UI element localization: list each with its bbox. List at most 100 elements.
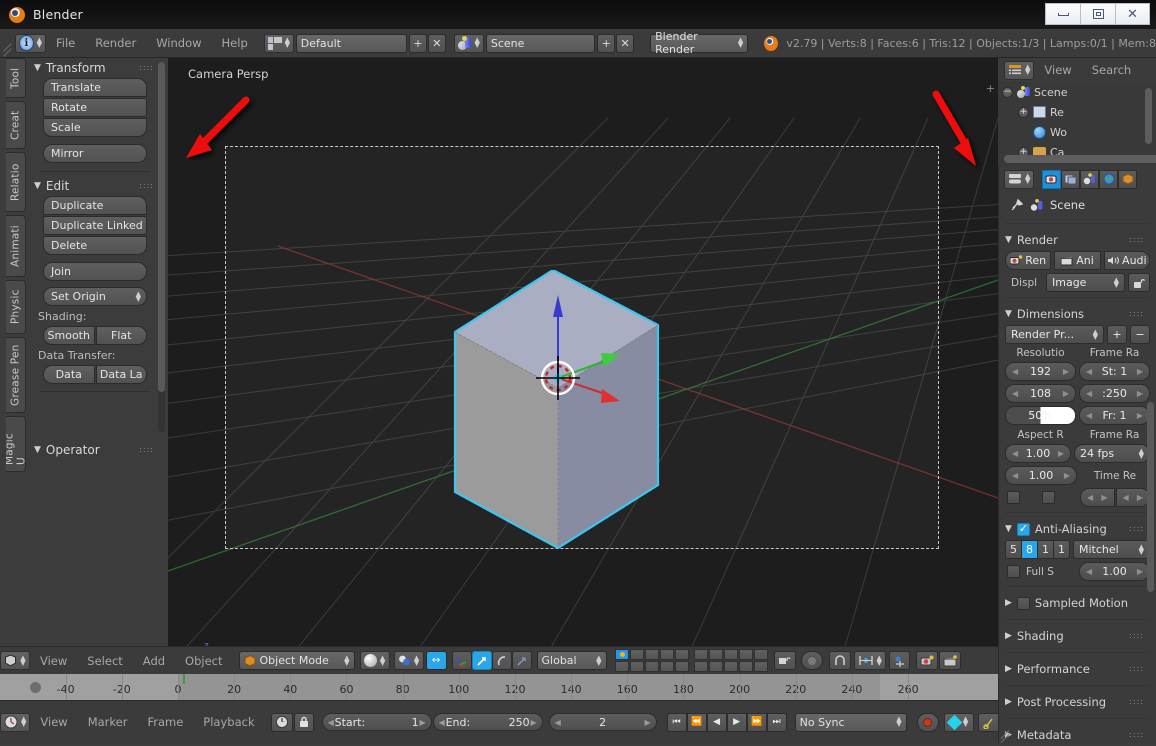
remove-preset-button[interactable]: −: [1130, 325, 1150, 344]
transform-orientation-selector[interactable]: Global ▲ ▼: [536, 651, 607, 670]
rotate-manipulator-button[interactable]: [491, 651, 512, 670]
duplicate-button[interactable]: Duplicate: [43, 196, 147, 215]
render-engine-selector[interactable]: Blender Render ▲ ▼: [650, 30, 749, 56]
samples-option-5[interactable]: 5: [1005, 540, 1021, 559]
properties-scrollbar[interactable]: [1147, 402, 1154, 592]
frame-end-field[interactable]: ◀ End: 250 ▶: [432, 713, 543, 731]
timeline-menu-frame[interactable]: Frame: [137, 715, 193, 729]
time-remap-old-field[interactable]: ◀ ▶: [1080, 488, 1115, 507]
sync-mode-selector[interactable]: No Sync ▲ ▼: [794, 712, 907, 732]
display-mode-dropdown[interactable]: Image ▲ ▼: [1046, 273, 1125, 292]
tab-physics[interactable]: Physic: [6, 280, 26, 334]
interaction-mode-selector[interactable]: Object Mode ▲ ▼: [238, 651, 355, 670]
outliner-menu-view[interactable]: View: [1034, 63, 1081, 77]
delete-scene-button[interactable]: ✕: [616, 33, 635, 53]
join-button[interactable]: Join: [43, 262, 147, 281]
frame-end-field[interactable]: ◀ :250 ▶: [1079, 384, 1150, 403]
layer-button-16[interactable]: [693, 661, 708, 672]
layer-button-14[interactable]: [659, 661, 674, 672]
scene-browse-button[interactable]: ▲ ▼: [453, 33, 484, 53]
auto-keyframe-toggle[interactable]: [270, 712, 293, 732]
insert-keyframe-button[interactable]: [977, 712, 1000, 732]
tab-grease-pencil[interactable]: Grease Pen: [6, 337, 26, 413]
keying-set-selector[interactable]: ▲ ▼: [943, 712, 974, 732]
outliner-row-world[interactable]: Wo: [998, 122, 1156, 142]
viewport-expand-plus-icon[interactable]: +: [986, 82, 995, 95]
viewport-menu-add[interactable]: Add: [133, 654, 175, 668]
snap-during-transform-toggle[interactable]: ↔: [425, 651, 447, 670]
scale-manipulator-button[interactable]: [511, 651, 532, 670]
editor-type-selector-info[interactable]: i ▲ ▼: [15, 33, 46, 53]
tab-render[interactable]: [1042, 169, 1062, 189]
layer-button-9[interactable]: [738, 649, 753, 660]
collapse-toggle-icon[interactable]: −: [1002, 86, 1013, 98]
expand-toggle-icon[interactable]: +: [1018, 106, 1029, 118]
tab-magic-uv[interactable]: Magic U: [6, 416, 26, 472]
scene-layers-grid-2[interactable]: [693, 649, 768, 672]
outliner-vertical-scrollbar[interactable]: [1145, 88, 1152, 144]
tab-relations[interactable]: Relatio: [6, 152, 26, 212]
layer-button-6[interactable]: [693, 649, 708, 660]
screen-layout-name[interactable]: Default: [295, 33, 407, 53]
minimize-button[interactable]: [1045, 3, 1080, 25]
layer-button-8[interactable]: [723, 649, 738, 660]
timeline-left-handle[interactable]: [30, 682, 41, 693]
layer-button-15[interactable]: [674, 661, 689, 672]
rotate-button[interactable]: Rotate: [43, 98, 147, 117]
layer-button-2[interactable]: [629, 649, 644, 660]
render-animation-button[interactable]: Ani: [1054, 251, 1101, 270]
tab-create[interactable]: Creat: [6, 101, 26, 149]
aspect-y-field[interactable]: ◀ 1.00 ▶: [1005, 466, 1077, 485]
tab-world[interactable]: [1099, 169, 1119, 189]
lock-time-toggle[interactable]: [293, 712, 314, 732]
snap-target-button[interactable]: [888, 651, 910, 670]
add-preset-button[interactable]: +: [1107, 325, 1127, 344]
panel-header-performance[interactable]: ▶ Performance ::::: [1005, 658, 1150, 680]
full-sample-checkbox[interactable]: [1007, 565, 1020, 578]
outliner-row-scene[interactable]: − Scene: [998, 82, 1156, 102]
render-preset-dropdown[interactable]: Render Pr... ▲ ▼: [1005, 325, 1104, 344]
layer-button-19[interactable]: [738, 661, 753, 672]
sampled-motion-blur-checkbox[interactable]: [1016, 596, 1030, 610]
resolution-percentage-slider[interactable]: 50%: [1005, 406, 1076, 425]
lock-interface-toggle[interactable]: [1128, 273, 1150, 292]
pivot-point-selector[interactable]: ▲ ▼: [393, 651, 424, 670]
layer-button-18[interactable]: [723, 661, 738, 672]
resolution-x-field[interactable]: ◀ 192 ▶: [1005, 362, 1076, 381]
toolshelf-scrollbar[interactable]: [158, 62, 165, 432]
outliner-menu-search[interactable]: Search: [1082, 63, 1142, 77]
timeline-menu-view[interactable]: View: [30, 715, 77, 729]
timeline-playhead[interactable]: [183, 674, 185, 684]
scale-button[interactable]: Scale: [43, 118, 147, 137]
timeline-menu-playback[interactable]: Playback: [193, 715, 264, 729]
manipulator-toggle[interactable]: [451, 651, 472, 670]
scene-layers-grid-1[interactable]: [614, 649, 689, 672]
viewport-3d[interactable]: Camera Persp +: [168, 58, 998, 646]
snap-magnet-toggle[interactable]: [828, 651, 851, 670]
translate-button[interactable]: Translate: [43, 78, 147, 97]
samples-option-11[interactable]: 1: [1037, 540, 1053, 559]
editor-type-selector-properties[interactable]: ▲ ▼: [1004, 169, 1035, 189]
aspect-x-field[interactable]: ◀ 1.00 ▶: [1005, 444, 1071, 463]
translate-manipulator-button[interactable]: [471, 651, 492, 670]
layer-button-20[interactable]: [753, 661, 768, 672]
time-remap-new-field[interactable]: ◀ ▶: [1115, 488, 1150, 507]
viewport-shading-selector[interactable]: ▲ ▼: [359, 651, 390, 670]
set-origin-dropdown[interactable]: Set Origin ▲ ▼: [43, 287, 147, 306]
jump-prev-keyframe-button[interactable]: ⏪: [686, 712, 707, 732]
tab-object[interactable]: [1118, 169, 1138, 189]
jump-to-end-button[interactable]: ⏭: [766, 712, 787, 732]
proportional-edit-toggle[interactable]: [800, 651, 823, 670]
duplicate-linked-button[interactable]: Duplicate Linked: [43, 216, 147, 235]
layer-button-17[interactable]: [708, 661, 723, 672]
render-animation-button[interactable]: [938, 651, 961, 670]
viewport-menu-view[interactable]: View: [30, 654, 77, 668]
menu-file[interactable]: File: [46, 36, 85, 50]
render-audio-button[interactable]: Audi: [1103, 251, 1150, 270]
samples-option-16[interactable]: 1: [1053, 540, 1070, 559]
delete-button[interactable]: Delete: [43, 236, 147, 255]
editor-type-selector-3dview[interactable]: ▲ ▼: [0, 651, 30, 670]
outliner-horizontal-scrollbar[interactable]: [1004, 155, 1156, 163]
snap-element-selector[interactable]: ▲ ▼: [853, 651, 886, 670]
samples-option-8[interactable]: 8: [1021, 540, 1037, 559]
